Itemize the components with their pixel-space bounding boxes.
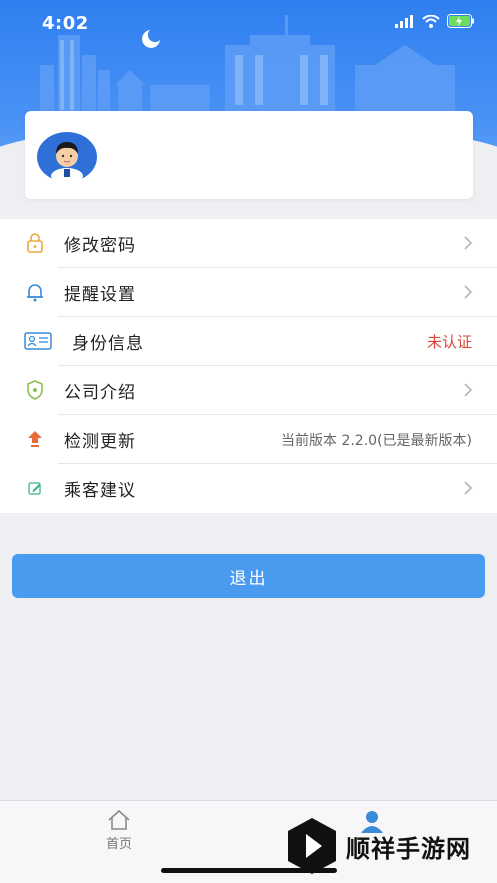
verification-status: 未认证 <box>426 333 472 351</box>
menu-item-label: 乘客建议 <box>64 481 136 501</box>
home-icon <box>108 809 130 830</box>
tab-home-label: 首页 <box>106 837 133 852</box>
menu-item-label: 检测更新 <box>64 432 136 452</box>
watermark-badge-icon <box>288 818 336 874</box>
watermark-logo: 顺祥手游网 <box>286 816 471 876</box>
chevron-right-icon <box>464 481 473 495</box>
avatar[interactable] <box>37 132 97 182</box>
id-card-icon <box>24 330 52 352</box>
chevron-right-icon <box>464 383 473 397</box>
home-indicator <box>161 868 337 873</box>
signal-icon <box>395 14 413 28</box>
menu-item-label: 提醒设置 <box>64 285 136 305</box>
battery-charging-icon <box>447 14 474 28</box>
wifi-icon <box>422 14 440 28</box>
profile-card[interactable] <box>25 111 473 199</box>
menu-item-reminder-settings[interactable]: 提醒设置 <box>0 268 497 317</box>
watermark-text: 顺祥手游网 <box>346 834 471 863</box>
settings-menu: 修改密码 提醒设置 身份信息 未认证 公司介绍 检测更新 当前版本 2.2.0(… <box>0 219 497 513</box>
menu-item-label: 修改密码 <box>64 236 136 256</box>
edit-icon <box>24 477 46 499</box>
menu-item-identity-info[interactable]: 身份信息 未认证 <box>0 317 497 366</box>
bell-icon <box>24 281 46 303</box>
menu-item-passenger-feedback[interactable]: 乘客建议 <box>0 464 497 513</box>
chevron-right-icon <box>464 285 473 299</box>
version-info: 当前版本 2.2.0(已是最新版本) <box>281 432 472 449</box>
chevron-right-icon <box>464 236 473 250</box>
menu-item-company-intro[interactable]: 公司介绍 <box>0 366 497 415</box>
logout-button[interactable]: 退出 <box>12 554 485 598</box>
upgrade-icon <box>24 428 46 450</box>
lock-icon <box>24 232 46 254</box>
status-time: 4:02 <box>42 13 89 34</box>
shield-icon <box>24 379 46 401</box>
tab-home[interactable]: 首页 <box>106 809 132 852</box>
status-bar: 4:02 <box>0 0 497 46</box>
menu-item-check-update[interactable]: 检测更新 当前版本 2.2.0(已是最新版本) <box>0 415 497 464</box>
menu-item-label: 身份信息 <box>72 334 144 354</box>
menu-item-change-password[interactable]: 修改密码 <box>0 219 497 268</box>
menu-item-label: 公司介绍 <box>64 383 136 403</box>
